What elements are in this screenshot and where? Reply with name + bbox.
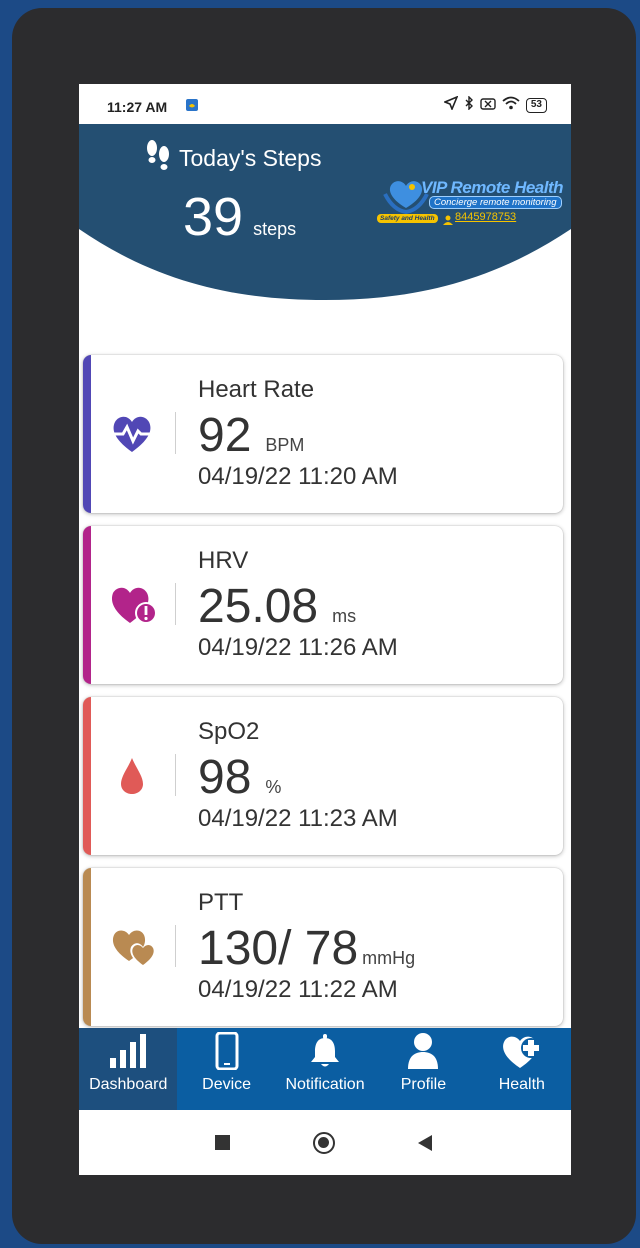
card-value-row: 98 % xyxy=(198,750,281,805)
card-timestamp: 04/19/22 11:22 AM xyxy=(198,976,398,1003)
logo-phone-link[interactable]: 8445978753 xyxy=(455,211,516,223)
steps-unit: steps xyxy=(253,219,297,239)
card-title: SpO2 xyxy=(198,718,260,745)
user-icon xyxy=(407,1030,439,1072)
card-divider xyxy=(175,583,176,625)
no-sim-icon xyxy=(480,97,496,115)
nav-item-health[interactable]: Health xyxy=(473,1028,571,1110)
nav-label: Profile xyxy=(400,1076,447,1093)
logo-title: VIP Remote Health xyxy=(421,178,564,197)
back-button[interactable] xyxy=(417,1134,433,1152)
status-time: 11:27 AM xyxy=(107,99,168,115)
card-unit: BPM xyxy=(265,435,305,455)
card-title: PTT xyxy=(198,889,244,916)
person-icon xyxy=(443,212,453,230)
app-screen: 11:27 AM 53 Today's Steps 39 steps VIP R… xyxy=(79,84,571,1175)
card-timestamp: 04/19/22 11:26 AM xyxy=(198,634,398,661)
two-hearts-icon xyxy=(109,925,156,969)
card-accent-bar xyxy=(83,526,91,684)
battery-indicator: 53 xyxy=(525,98,547,113)
heart-pulse-icon xyxy=(109,412,155,456)
card-divider xyxy=(175,754,176,796)
card-accent-bar xyxy=(83,868,91,1026)
card-divider xyxy=(175,925,176,967)
blood-drop-icon xyxy=(109,754,155,798)
app-notification-icon xyxy=(185,98,199,117)
nav-label: Notification xyxy=(285,1076,365,1093)
card-divider xyxy=(175,412,176,454)
nav-label: Dashboard xyxy=(89,1076,168,1093)
ptt-card[interactable]: PTT 130/ 78 mmHg 04/19/22 11:22 AM xyxy=(83,868,563,1026)
steps-title-row: Today's Steps xyxy=(145,139,321,178)
card-title: Heart Rate xyxy=(198,376,315,403)
card-value: 92 xyxy=(198,409,252,462)
logo-subtitle: Concierge remote monitoring xyxy=(429,196,562,209)
card-value-row: 25.08 ms xyxy=(198,579,356,634)
card-timestamp: 04/19/22 11:23 AM xyxy=(198,805,398,832)
spo2-card[interactable]: SpO2 98 % 04/19/22 11:23 AM xyxy=(83,697,563,855)
status-bar: 11:27 AM 53 xyxy=(79,84,571,124)
steps-header: 11:27 AM 53 Today's Steps 39 steps VIP R… xyxy=(79,84,571,384)
home-button[interactable] xyxy=(313,1132,335,1154)
card-title: HRV xyxy=(198,547,249,574)
card-unit: ms xyxy=(332,606,357,626)
wifi-icon xyxy=(502,96,520,115)
card-value-row: 130/ 78 mmHg xyxy=(198,921,415,976)
card-value-row: 92 BPM xyxy=(198,408,304,463)
card-value: 130/ 78 xyxy=(198,922,359,975)
card-accent-bar xyxy=(83,697,91,855)
status-icons: 53 xyxy=(442,95,547,115)
card-timestamp: 04/19/22 11:20 AM xyxy=(198,463,398,490)
location-icon xyxy=(442,95,459,115)
card-unit: % xyxy=(265,777,282,797)
recents-button[interactable] xyxy=(215,1135,230,1150)
nav-item-dashboard[interactable]: Dashboard xyxy=(79,1028,178,1110)
heart-rate-card[interactable]: Heart Rate 92 BPM 04/19/22 11:20 AM xyxy=(83,355,563,513)
hrv-card[interactable]: HRV 25.08 ms 04/19/22 11:26 AM xyxy=(83,526,563,684)
system-navigation-bar xyxy=(79,1110,571,1175)
bluetooth-icon xyxy=(464,95,474,115)
nav-label: Device xyxy=(202,1076,252,1093)
footprints-icon xyxy=(145,139,171,178)
card-accent-bar xyxy=(83,355,91,513)
vip-remote-health-logo: VIP Remote Health Concierge remote monit… xyxy=(377,176,571,228)
nav-item-device[interactable]: Device xyxy=(177,1028,275,1110)
steps-title: Today's Steps xyxy=(179,145,322,171)
card-value: 25.08 xyxy=(198,580,319,633)
bar-chart-icon xyxy=(106,1030,150,1072)
steps-value: 39 xyxy=(183,187,244,247)
bottom-navigation: Dashboard Device Notification Profile He… xyxy=(79,1028,571,1110)
nav-label: Health xyxy=(498,1076,545,1093)
card-value: 98 xyxy=(198,751,252,804)
card-unit: mmHg xyxy=(362,948,416,968)
steps-count: 39 steps xyxy=(183,186,296,248)
bell-icon xyxy=(309,1030,341,1072)
logo-tagline: Safety and Health xyxy=(377,214,438,223)
heart-alert-icon xyxy=(109,583,157,627)
phone-icon xyxy=(215,1030,239,1072)
nav-item-profile[interactable]: Profile xyxy=(374,1028,472,1110)
nav-item-notification[interactable]: Notification xyxy=(276,1028,374,1110)
heart-plus-icon xyxy=(501,1030,543,1072)
